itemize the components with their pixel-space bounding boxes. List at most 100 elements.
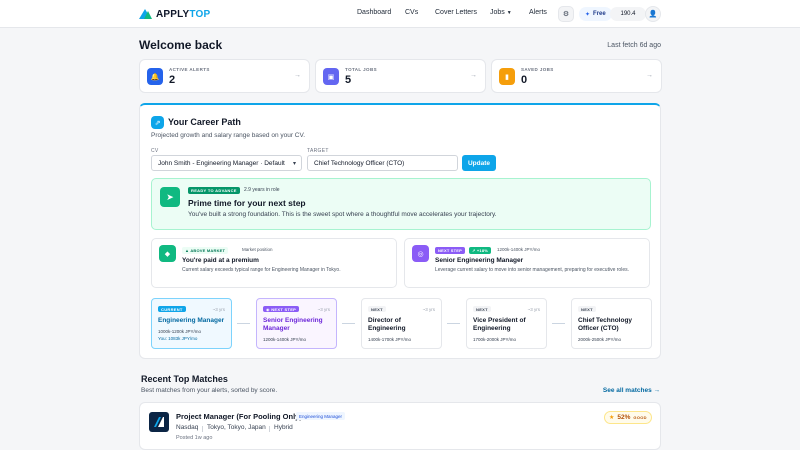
step-tag: ◉ NEXT STEP bbox=[263, 306, 300, 312]
briefcase-icon: ▣ bbox=[323, 68, 339, 85]
timeline-connector bbox=[237, 323, 250, 324]
update-button[interactable]: Update bbox=[462, 155, 496, 171]
step-current-salary: You: 1083k JPY/mo bbox=[158, 336, 198, 341]
nav-dashboard[interactable]: Dashboard bbox=[357, 9, 391, 16]
next-step-card: ◎ NEXT STEP ↗ +18% 1200k-1400k JPY/mo Se… bbox=[404, 238, 650, 288]
nav-cvs[interactable]: CVs bbox=[405, 9, 418, 16]
job-company: Nasdaq bbox=[176, 424, 199, 431]
target-icon: ◎ bbox=[412, 245, 429, 262]
market-body: Current salary exceeds typical range for… bbox=[182, 267, 341, 273]
chart-icon: ⇗ bbox=[151, 116, 164, 129]
job-work-mode: Hybrid bbox=[274, 424, 293, 431]
step-range: 2000k-2500k JPY/mo bbox=[578, 337, 622, 342]
job-match-card[interactable]: Project Manager (For Pooling Only) Engin… bbox=[139, 402, 661, 450]
job-title[interactable]: Project Manager (For Pooling Only) bbox=[176, 412, 302, 421]
nasdaq-logo-icon bbox=[154, 417, 164, 427]
profile-button[interactable]: 👤 bbox=[645, 6, 661, 22]
step-tag: NEXT bbox=[578, 306, 596, 312]
next-step-body: Leverage current salary to move into sen… bbox=[435, 267, 629, 273]
match-score-value: 52% bbox=[617, 414, 631, 421]
career-title: Your Career Path bbox=[168, 117, 241, 127]
nav-jobs[interactable]: Jobs ▼ bbox=[490, 9, 512, 16]
sparkle-icon: ✦ bbox=[585, 11, 591, 18]
target-label: TARGET bbox=[307, 148, 329, 154]
credits-badge[interactable]: 190.4 bbox=[610, 7, 646, 21]
path-step-vp[interactable]: NEXT ~3 yrs Vice President of Engineerin… bbox=[466, 298, 547, 349]
logo-icon bbox=[139, 9, 153, 19]
stat-label: TOTAL JOBS bbox=[345, 67, 378, 72]
arrow-right-icon: → bbox=[294, 72, 301, 79]
step-tag: CURRENT bbox=[158, 306, 186, 312]
logo[interactable]: APPLYTOP bbox=[139, 7, 210, 21]
ready-body: You've built a strong foundation. This i… bbox=[188, 211, 497, 218]
step-title: Engineering Manager bbox=[158, 317, 225, 324]
path-step-current[interactable]: CURRENT ~3 yrs Engineering Manager 1000k… bbox=[151, 298, 232, 349]
arrow-right-icon: → bbox=[646, 72, 653, 79]
plan-label: Free bbox=[593, 11, 606, 17]
step-range: 1400k-1700k JPY/mo bbox=[368, 337, 412, 342]
job-alert-tag: Engineering Manager bbox=[296, 412, 346, 420]
step-tag: NEXT bbox=[473, 306, 491, 312]
logo-text-part2: TOP bbox=[189, 8, 211, 20]
nav-alerts[interactable]: Alerts bbox=[529, 9, 547, 16]
step-range: 1200k-1400k JPY/mo bbox=[263, 337, 307, 342]
step-years: ~3 yrs bbox=[212, 307, 225, 312]
target-input-value: Chief Technology Officer (CTO) bbox=[314, 159, 405, 167]
path-step-cto[interactable]: NEXT Chief Technology Officer (CTO) 2000… bbox=[571, 298, 652, 349]
career-path-panel: ⇗ Your Career Path Projected growth and … bbox=[139, 103, 661, 359]
stat-value: 5 bbox=[345, 74, 352, 86]
ready-to-advance-card: ➤ READY TO ADVANCE 2.9 years in role Pri… bbox=[151, 178, 651, 230]
next-step-title: Senior Engineering Manager bbox=[435, 257, 524, 264]
top-nav: APPLYTOP Dashboard CVs Cover Letters Job… bbox=[0, 0, 800, 28]
target-input[interactable]: Chief Technology Officer (CTO) bbox=[307, 155, 458, 171]
last-fetch-text: Last fetch 6d ago bbox=[607, 42, 661, 49]
job-posted-time: Posted 1w ago bbox=[176, 435, 213, 441]
recent-matches-title: Recent Top Matches bbox=[141, 374, 228, 384]
page-title: Welcome back bbox=[139, 38, 223, 52]
stat-card-active-alerts[interactable]: 🔔 ACTIVE ALERTS 2 → bbox=[139, 59, 310, 93]
star-icon: ★ bbox=[609, 415, 615, 421]
divider bbox=[202, 426, 203, 432]
step-title: Vice President of Engineering bbox=[473, 317, 526, 333]
cv-select[interactable]: John Smith - Engineering Manager · Defau… bbox=[151, 155, 302, 171]
step-title: Senior Engineering Manager bbox=[263, 317, 323, 333]
logo-text-part1: APPLY bbox=[156, 8, 190, 20]
user-icon: 👤 bbox=[648, 11, 658, 18]
stat-label: SAVED JOBS bbox=[521, 67, 554, 72]
path-step-next[interactable]: ◉ NEXT STEP ~3 yrs Senior Engineering Ma… bbox=[256, 298, 337, 349]
see-all-matches-link[interactable]: See all matches → bbox=[603, 387, 660, 394]
chevron-down-icon: ▼ bbox=[506, 10, 512, 16]
match-score-badge: ★ 52% GOOD bbox=[604, 411, 652, 424]
step-years: ~3 yrs bbox=[422, 307, 435, 312]
next-step-range: 1200k-1400k JPY/mo bbox=[497, 247, 541, 252]
market-position-card: ◆ ▲ ABOVE MARKET Market position You're … bbox=[151, 238, 397, 288]
step-tag: NEXT bbox=[368, 306, 386, 312]
paper-plane-icon: ➤ bbox=[160, 187, 180, 207]
step-years: ~3 yrs bbox=[527, 307, 540, 312]
plan-badge[interactable]: ✦ Free bbox=[579, 7, 612, 21]
step-title: Director of Engineering bbox=[368, 317, 406, 333]
stat-card-total-jobs[interactable]: ▣ TOTAL JOBS 5 → bbox=[315, 59, 486, 93]
shield-icon: ◆ bbox=[159, 245, 176, 262]
settings-button[interactable]: ⚙ bbox=[558, 6, 574, 22]
step-years: ~3 yrs bbox=[317, 307, 330, 312]
stat-value: 2 bbox=[169, 74, 176, 86]
timeline-connector bbox=[342, 323, 355, 324]
cv-select-value: John Smith - Engineering Manager · Defau… bbox=[158, 159, 285, 167]
company-logo bbox=[149, 412, 169, 432]
job-location: Tokyo, Tokyo, Japan bbox=[207, 424, 266, 431]
next-step-badge: NEXT STEP bbox=[435, 247, 466, 254]
path-step-director[interactable]: NEXT ~3 yrs Director of Engineering 1400… bbox=[361, 298, 442, 349]
bookmark-icon: ▮ bbox=[499, 68, 515, 85]
gear-icon: ⚙ bbox=[562, 11, 570, 18]
career-subtitle: Projected growth and salary range based … bbox=[151, 132, 306, 139]
timeline-connector bbox=[447, 323, 460, 324]
nav-cover-letters[interactable]: Cover Letters bbox=[435, 9, 477, 16]
step-title: Chief Technology Officer (CTO) bbox=[578, 317, 633, 333]
ready-title: Prime time for your next step bbox=[188, 198, 306, 208]
salary-delta-badge: ↗ +18% bbox=[469, 247, 492, 254]
stat-card-saved-jobs[interactable]: ▮ SAVED JOBS 0 → bbox=[491, 59, 662, 93]
years-in-role: 2.9 years in role bbox=[244, 187, 280, 193]
step-range: 1000k-1200k JPY/mo bbox=[158, 329, 202, 334]
divider bbox=[269, 426, 270, 432]
